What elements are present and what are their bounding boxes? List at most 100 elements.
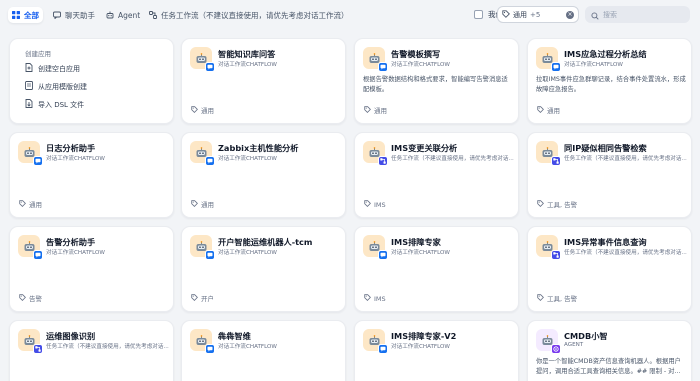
app-tag-label: 工具, 告警 xyxy=(547,201,578,209)
workflow-badge-icon xyxy=(378,156,388,166)
workflow-icon xyxy=(149,11,157,19)
app-type: 对话工作流CHATFLOW xyxy=(391,62,450,68)
app-tags[interactable]: 开户 xyxy=(191,293,214,303)
app-tag-label: 通用 xyxy=(201,201,214,209)
workflow-badge-icon xyxy=(33,344,43,354)
robot-icon xyxy=(190,235,215,260)
app-tags[interactable]: 工具, 告警 xyxy=(537,293,577,303)
robot-icon xyxy=(363,235,388,260)
app-tags[interactable]: 通用 xyxy=(191,199,214,209)
chat-badge-icon xyxy=(378,344,388,354)
robot-icon xyxy=(363,329,388,354)
create-blank-app-button[interactable]: 创建空白应用 xyxy=(25,63,80,74)
app-description: 根据告警数据结构和格式要求，智能编写告警消息适配模板。 xyxy=(363,76,508,93)
app-card[interactable]: 开户智能运维机器人-tcm 对话工作流CHATFLOW 开户 xyxy=(181,226,346,312)
app-card[interactable]: Zabbix主机性能分析 对话工作流CHATFLOW 通用 xyxy=(181,132,346,218)
tag-icon xyxy=(537,105,544,115)
chat-badge-icon xyxy=(378,62,388,72)
app-type: 任务工作流（不建议直接使用，请优先考虑对话... xyxy=(391,156,514,162)
robot-icon xyxy=(536,47,561,72)
app-tags[interactable]: 告警 xyxy=(19,293,42,303)
app-card[interactable]: IMS排障专家-V2 对话工作流CHATFLOW xyxy=(354,320,519,381)
app-card[interactable]: 智能知识库问答对话工作流CHATFLOW 通用 xyxy=(181,38,346,124)
tag-filter[interactable]: 通用 +5 × xyxy=(497,6,579,23)
app-type: 任务工作流（不建议直接使用，请优先考虑对话... xyxy=(564,250,687,256)
create-item-label: 创建空白应用 xyxy=(38,64,80,73)
app-tags[interactable]: 通用 xyxy=(537,105,560,115)
app-card[interactable]: IMS变更关联分析任务工作流（不建议直接使用，请优先考虑对话... IMS xyxy=(354,132,519,218)
chat-badge-icon xyxy=(33,156,43,166)
tag-icon xyxy=(537,199,544,209)
tag-filter-more-count: +5 xyxy=(530,10,541,19)
app-type: 对话工作流CHATFLOW xyxy=(218,62,277,68)
app-card[interactable]: 日志分析助手 对话工作流CHATFLOW 通用 xyxy=(9,132,174,218)
tab-chat-assistant[interactable]: 聊天助手 xyxy=(49,7,99,23)
app-card[interactable]: IMS异常事件信息查询 任务工作流（不建议直接使用，请优先考虑对话... 工具, 告… xyxy=(527,226,692,312)
app-tags[interactable]: 通用 xyxy=(191,105,214,115)
create-app-card: 创建应用 创建空白应用 从应用模版创建 导入 DSL 文件 xyxy=(9,38,174,124)
search-icon xyxy=(591,5,599,24)
search-box[interactable] xyxy=(585,6,690,23)
app-tags[interactable]: 工具, 告警 xyxy=(537,199,577,209)
app-name: 同IP疑似相同告警检索 xyxy=(564,143,647,153)
tag-icon xyxy=(537,293,544,303)
robot-icon xyxy=(190,329,215,354)
tab-label: 聊天助手 xyxy=(65,10,95,20)
app-type: 对话工作流CHATFLOW xyxy=(218,156,277,162)
app-name: IMS变更关联分析 xyxy=(391,143,458,153)
robot-icon xyxy=(190,47,215,72)
app-card[interactable]: 犇犇智维 对话工作流CHATFLOW xyxy=(181,320,346,381)
tag-icon xyxy=(364,200,371,209)
app-tag-label: 工具, 告警 xyxy=(547,295,578,303)
app-card[interactable]: IMS应急过程分析总结 对话工作流CHATFLOW 拉取IMS事件应急群聊记录，结合… xyxy=(527,38,692,124)
tag-icon xyxy=(364,105,371,115)
tab-label: 任务工作流（不建议直接使用，请优先考虑对话工作流） xyxy=(161,10,349,20)
app-card[interactable]: 告警分析助手 对话工作流CHATFLOW 告警 xyxy=(9,226,174,312)
app-name: 告警模板撰写 xyxy=(391,49,441,59)
chat-badge-icon xyxy=(205,62,215,72)
chat-badge-icon xyxy=(33,250,43,260)
create-item-label: 从应用模版创建 xyxy=(38,82,87,91)
app-type: 对话工作流CHATFLOW xyxy=(564,62,623,68)
created-by-me-checkbox[interactable] xyxy=(474,10,483,19)
robot-icon xyxy=(363,47,388,72)
import-dsl-button[interactable]: 导入 DSL 文件 xyxy=(25,99,84,110)
agent-icon xyxy=(106,11,114,19)
app-name: 智能知识库问答 xyxy=(218,49,276,59)
robot-icon xyxy=(536,329,561,354)
top-filter-bar: 全部 聊天助手 Agent 任务工作流（不建议直接使用，请优先考虑对话工作流） … xyxy=(0,0,700,30)
search-input[interactable] xyxy=(603,10,683,19)
app-tags[interactable]: 通用 xyxy=(364,105,387,115)
chat-badge-icon xyxy=(205,250,215,260)
create-from-template-button[interactable]: 从应用模版创建 xyxy=(25,81,87,92)
app-tags[interactable]: IMS xyxy=(364,294,386,303)
tab-workflow[interactable]: 任务工作流（不建议直接使用，请优先考虑对话工作流） xyxy=(145,7,353,23)
app-card[interactable]: 运维图像识别 任务工作流（不建议直接使用，请优先考虑对话... xyxy=(9,320,174,381)
clear-icon[interactable]: × xyxy=(566,10,574,19)
chat-badge-icon xyxy=(205,156,215,166)
tab-all[interactable]: 全部 xyxy=(8,7,43,23)
app-card[interactable]: 同IP疑似相同告警检索 任务工作流（不建议直接使用，请优先考虑对话... 工具, 告… xyxy=(527,132,692,218)
app-card[interactable]: CMDB小智 AGENT 你是一个智能CMDB资产信息查询机器人。根据用户提问，调用… xyxy=(527,320,692,381)
app-type: 对话工作流CHATFLOW xyxy=(391,250,450,256)
app-tags[interactable]: 通用 xyxy=(19,199,42,209)
robot-icon xyxy=(18,329,43,354)
tag-icon xyxy=(191,199,198,209)
app-tags[interactable]: IMS xyxy=(364,200,386,209)
robot-icon xyxy=(363,141,388,166)
chat-badge-icon xyxy=(378,250,388,260)
app-name: 开户智能运维机器人-tcm xyxy=(218,237,313,247)
app-tag-label: 通用 xyxy=(547,107,560,115)
robot-icon xyxy=(18,141,43,166)
grid-icon xyxy=(12,11,20,19)
app-type: 对话工作流CHATFLOW xyxy=(46,250,105,256)
tag-icon xyxy=(364,294,371,303)
tag-icon xyxy=(19,199,26,209)
robot-icon xyxy=(18,235,43,260)
tab-label: Agent xyxy=(118,10,141,20)
app-type: 对话工作流CHATFLOW xyxy=(46,156,105,162)
app-card[interactable]: IMS排障专家 对话工作流CHATFLOW IMS xyxy=(354,226,519,312)
app-card[interactable]: 告警模板撰写对话工作流CHATFLOW 根据告警数据结构和格式要求，智能编写告警消… xyxy=(354,38,519,124)
template-icon xyxy=(25,81,33,92)
tab-agent[interactable]: Agent xyxy=(102,7,144,23)
